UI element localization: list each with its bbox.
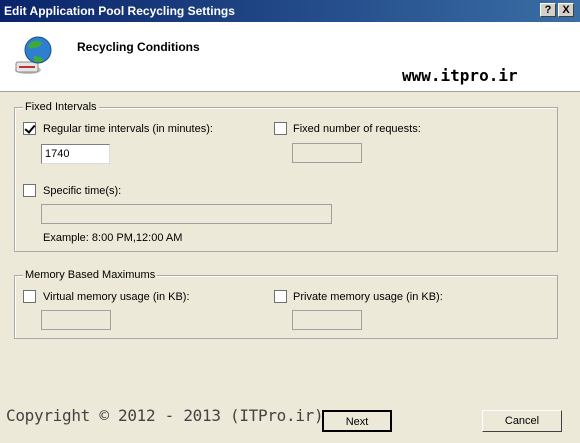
regular-time-input[interactable] [41, 144, 110, 164]
specific-times-input[interactable] [41, 204, 332, 224]
private-memory-label: Private memory usage (in KB): [293, 291, 443, 303]
globe-recycle-icon [15, 36, 52, 74]
regular-time-checkbox[interactable] [23, 122, 36, 135]
specific-times-example: Example: 8:00 PM,12:00 AM [43, 232, 183, 244]
virtual-memory-label: Virtual memory usage (in KB): [43, 291, 190, 303]
memory-maximums-legend: Memory Based Maximums [23, 269, 158, 281]
regular-time-label: Regular time intervals (in minutes): [43, 123, 213, 135]
private-memory-checkbox[interactable] [274, 290, 287, 303]
cancel-button[interactable]: Cancel [482, 410, 562, 432]
fixed-requests-input[interactable] [292, 143, 362, 163]
header-watermark: www.itpro.ir [402, 66, 518, 85]
specific-times-label: Specific time(s): [43, 185, 122, 197]
page-title: Recycling Conditions [77, 40, 200, 54]
next-button[interactable]: Next [322, 410, 392, 432]
header-panel: Recycling Conditions www.itpro.ir [0, 22, 580, 92]
virtual-memory-input[interactable] [41, 310, 111, 330]
fixed-intervals-legend: Fixed Intervals [23, 101, 99, 113]
window-title: Edit Application Pool Recycling Settings [4, 4, 235, 18]
dialog-content: Fixed Intervals Regular time intervals (… [0, 92, 580, 406]
close-button[interactable]: X [558, 3, 574, 17]
title-bar: Edit Application Pool Recycling Settings… [0, 0, 580, 22]
fixed-requests-checkbox[interactable] [274, 122, 287, 135]
specific-times-checkbox[interactable] [23, 184, 36, 197]
fixed-requests-label: Fixed number of requests: [293, 123, 421, 135]
virtual-memory-checkbox[interactable] [23, 290, 36, 303]
private-memory-input[interactable] [292, 310, 362, 330]
help-button[interactable]: ? [540, 3, 556, 17]
footer-watermark: Copyright © 2012 - 2013 (ITPro.ir) [6, 406, 324, 425]
